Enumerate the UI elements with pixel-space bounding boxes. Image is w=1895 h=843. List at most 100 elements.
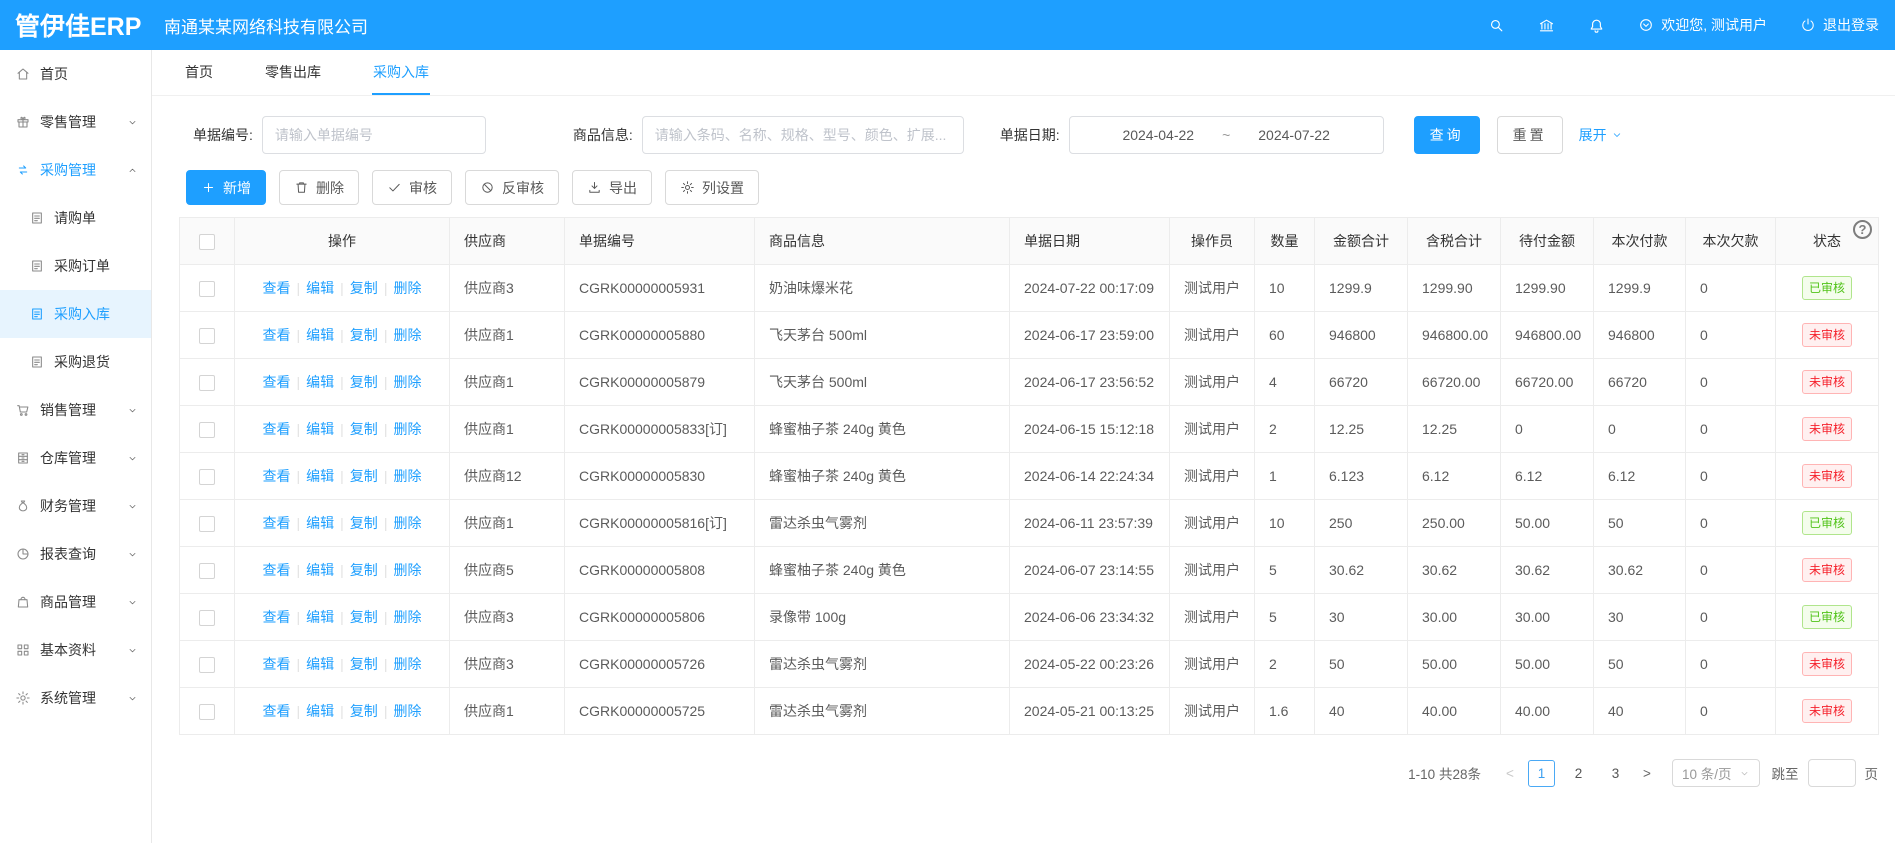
sidebar-item-purchase-order[interactable]: 采购订单 [0, 242, 151, 290]
edit-link[interactable]: 编辑 [306, 374, 334, 390]
delete-link[interactable]: 删除 [393, 468, 421, 484]
copy-link[interactable]: 复制 [350, 327, 378, 343]
sidebar-item-base-data[interactable]: 基本资料 [0, 626, 151, 674]
help-icon[interactable]: ? [1853, 220, 1872, 239]
copy-link[interactable]: 复制 [350, 656, 378, 672]
copy-link[interactable]: 复制 [350, 703, 378, 719]
search-icon[interactable] [1488, 17, 1505, 34]
view-link[interactable]: 查看 [263, 374, 291, 390]
view-link[interactable]: 查看 [263, 327, 291, 343]
row-checkbox[interactable] [199, 563, 215, 579]
copy-link[interactable]: 复制 [350, 609, 378, 625]
sidebar-item-label: 商品管理 [40, 592, 96, 612]
view-link[interactable]: 查看 [263, 468, 291, 484]
page-button-1[interactable]: 1 [1528, 760, 1555, 787]
sidebar-item-report-query[interactable]: 报表查询 [0, 530, 151, 578]
sidebar-item-label: 采购入库 [54, 304, 110, 324]
tab-purchase-inbound[interactable]: 采购入库 [372, 50, 430, 95]
delete-link[interactable]: 删除 [393, 609, 421, 625]
sidebar-item-home[interactable]: 首页 [0, 50, 151, 98]
copy-link[interactable]: 复制 [350, 562, 378, 578]
sidebar-item-warehouse-manage[interactable]: 仓库管理 [0, 434, 151, 482]
cell-bill-no: CGRK00000005833[订] [565, 406, 755, 453]
date-to-value[interactable]: 2024-07-22 [1258, 127, 1330, 143]
select-all-checkbox[interactable] [199, 234, 215, 250]
row-checkbox[interactable] [199, 610, 215, 626]
page-button-3[interactable]: 3 [1602, 760, 1629, 787]
prev-page-arrow[interactable]: < [1497, 766, 1523, 781]
edit-link[interactable]: 编辑 [306, 468, 334, 484]
delete-link[interactable]: 删除 [393, 280, 421, 296]
sidebar-item-sales-manage[interactable]: 销售管理 [0, 386, 151, 434]
view-link[interactable]: 查看 [263, 656, 291, 672]
add-button[interactable]: 新增 [186, 170, 266, 205]
bill-no-input[interactable] [262, 116, 486, 154]
edit-link[interactable]: 编辑 [306, 703, 334, 719]
row-select-cell [180, 500, 235, 547]
sidebar-item-purchase-inbound[interactable]: 采购入库 [0, 290, 151, 338]
search-button[interactable]: 查询 [1414, 116, 1480, 154]
unaudit-button[interactable]: 反审核 [465, 170, 559, 205]
user-menu[interactable]: 欢迎您, 测试用户 [1638, 15, 1767, 35]
view-link[interactable]: 查看 [263, 421, 291, 437]
edit-link[interactable]: 编辑 [306, 280, 334, 296]
edit-link[interactable]: 编辑 [306, 562, 334, 578]
row-checkbox[interactable] [199, 281, 215, 297]
edit-link[interactable]: 编辑 [306, 421, 334, 437]
delete-link[interactable]: 删除 [393, 374, 421, 390]
bank-icon[interactable] [1538, 17, 1555, 34]
date-range-picker[interactable]: 2024-04-22 ~ 2024-07-22 [1069, 116, 1384, 154]
edit-link[interactable]: 编辑 [306, 656, 334, 672]
copy-link[interactable]: 复制 [350, 468, 378, 484]
tab-home[interactable]: 首页 [184, 50, 214, 95]
sidebar-item-purchase-manage[interactable]: 采购管理 [0, 146, 151, 194]
export-button[interactable]: 导出 [572, 170, 652, 205]
sidebar-item-goods-manage[interactable]: 商品管理 [0, 578, 151, 626]
sidebar-item-request-order[interactable]: 请购单 [0, 194, 151, 242]
delete-link[interactable]: 删除 [393, 656, 421, 672]
jump-page-input[interactable] [1808, 759, 1856, 787]
delete-link[interactable]: 删除 [393, 703, 421, 719]
row-checkbox[interactable] [199, 516, 215, 532]
edit-link[interactable]: 编辑 [306, 327, 334, 343]
sidebar-item-retail-manage[interactable]: 零售管理 [0, 98, 151, 146]
column-settings-button[interactable]: 列设置 [665, 170, 759, 205]
date-from-value[interactable]: 2024-04-22 [1122, 127, 1194, 143]
copy-link[interactable]: 复制 [350, 280, 378, 296]
page-button-2[interactable]: 2 [1565, 760, 1592, 787]
edit-link[interactable]: 编辑 [306, 609, 334, 625]
sidebar-item-system-manage[interactable]: 系统管理 [0, 674, 151, 722]
edit-link[interactable]: 编辑 [306, 515, 334, 531]
bell-icon[interactable] [1588, 17, 1605, 34]
delete-link[interactable]: 删除 [393, 327, 421, 343]
copy-link[interactable]: 复制 [350, 374, 378, 390]
audit-button[interactable]: 审核 [372, 170, 452, 205]
sidebar-item-finance-manage[interactable]: 财务管理 [0, 482, 151, 530]
view-link[interactable]: 查看 [263, 703, 291, 719]
delete-link[interactable]: 删除 [393, 562, 421, 578]
view-link[interactable]: 查看 [263, 609, 291, 625]
next-page-arrow[interactable]: > [1634, 766, 1660, 781]
cell-bill-date: 2024-05-22 00:23:26 [1010, 641, 1170, 688]
delete-link[interactable]: 删除 [393, 421, 421, 437]
row-checkbox[interactable] [199, 422, 215, 438]
expand-toggle[interactable]: 展开 [1579, 125, 1623, 145]
row-checkbox[interactable] [199, 469, 215, 485]
delete-button[interactable]: 删除 [279, 170, 359, 205]
delete-link[interactable]: 删除 [393, 515, 421, 531]
row-checkbox[interactable] [199, 657, 215, 673]
logout-button[interactable]: 退出登录 [1800, 15, 1879, 35]
view-link[interactable]: 查看 [263, 515, 291, 531]
sidebar-item-purchase-return[interactable]: 采购退货 [0, 338, 151, 386]
goods-info-input[interactable] [642, 116, 964, 154]
reset-button[interactable]: 重置 [1497, 116, 1563, 154]
page-size-select[interactable]: 10 条/页 [1672, 759, 1760, 787]
copy-link[interactable]: 复制 [350, 421, 378, 437]
copy-link[interactable]: 复制 [350, 515, 378, 531]
tab-retail-outbound[interactable]: 零售出库 [264, 50, 322, 95]
view-link[interactable]: 查看 [263, 280, 291, 296]
row-checkbox[interactable] [199, 704, 215, 720]
row-checkbox[interactable] [199, 328, 215, 344]
view-link[interactable]: 查看 [263, 562, 291, 578]
row-checkbox[interactable] [199, 375, 215, 391]
